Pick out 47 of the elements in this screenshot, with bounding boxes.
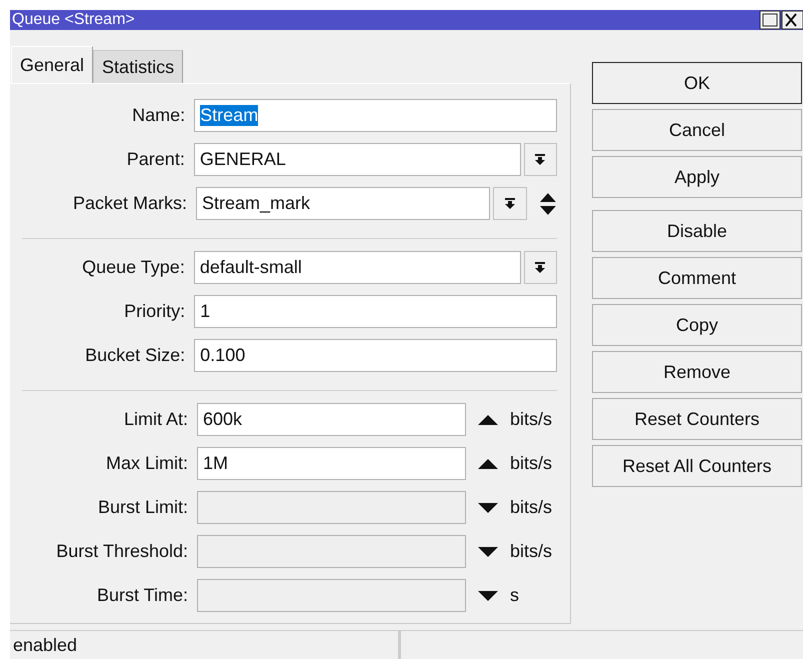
dialog-button[interactable]: Copy [592,304,802,346]
dropdown-arrow-icon [504,198,516,210]
input-field[interactable]: Stream [194,99,557,132]
dropdown-button[interactable] [524,251,557,284]
unit-label: bits/s [510,453,552,474]
dropdown-button[interactable] [524,143,557,176]
up-arrow-icon[interactable] [478,458,498,468]
dialog-button[interactable]: Disable [592,210,802,252]
input-field[interactable]: Stream_mark [196,187,490,220]
field-label: Burst Limit: [96,497,189,518]
tab[interactable]: Statistics [93,50,184,83]
window-title: Queue <Stream> [11,11,135,29]
dialog-button[interactable]: OK [592,62,802,104]
dialog-button[interactable]: Remove [592,351,802,393]
dialog-button[interactable]: Cancel [592,109,802,151]
input-field[interactable]: default-small [194,251,521,284]
dialog-button[interactable]: Comment [592,257,802,299]
field-label: Burst Threshold: [55,541,189,562]
input-field[interactable]: 1M [197,447,466,480]
field-label: Max Limit: [104,453,189,474]
add-remove-arrows-icon[interactable] [539,192,557,216]
dropdown-button[interactable] [493,187,528,220]
tab[interactable]: General [11,46,94,83]
field-label: Packet Marks: [72,193,188,214]
field-label: Name: [131,105,186,126]
input-field[interactable]: 0.100 [194,339,557,372]
unit-label: bits/s [510,541,552,562]
field-label: Bucket Size: [84,345,186,366]
unit-label: bits/s [510,497,552,518]
field-label: Parent: [126,149,186,170]
dialog-button[interactable]: Reset All Counters [592,445,802,487]
field-label: Limit At: [122,409,189,430]
field-label: Priority: [123,301,186,322]
window-controls-icon[interactable] [759,10,803,30]
unit-label: s [510,585,519,606]
dialog-button[interactable]: Apply [592,156,802,198]
input-field[interactable]: 1 [194,295,557,328]
field-label: Burst Time: [96,585,189,606]
input-field[interactable]: GENERAL [194,143,521,176]
field-label: Queue Type: [81,257,186,278]
dropdown-arrow-icon [534,154,546,166]
status-text: enabled [10,631,400,659]
up-arrow-icon[interactable] [478,414,498,424]
input-field[interactable]: 600k [197,403,466,436]
dialog-button[interactable]: Reset Counters [592,398,802,440]
unit-label: bits/s [510,409,552,430]
dropdown-arrow-icon [534,262,546,274]
